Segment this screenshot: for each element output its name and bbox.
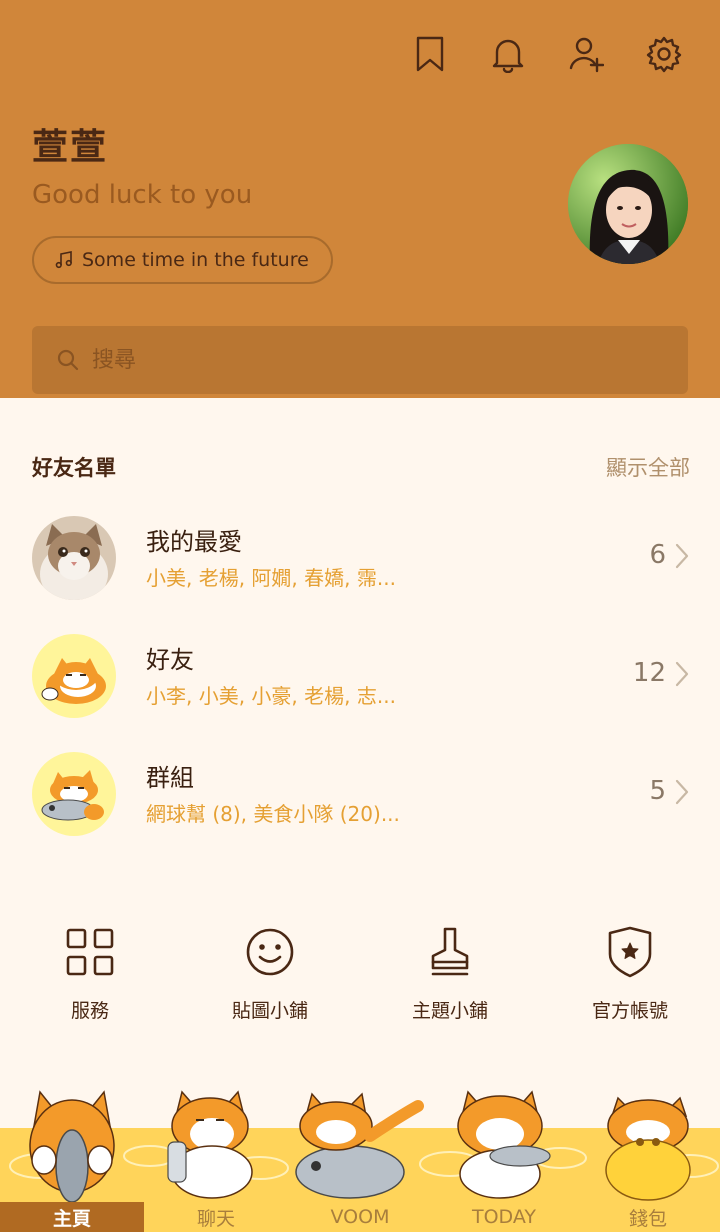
chevron-right-icon [674,660,690,688]
profile-header: 萱萱 Good luck to you Some time in the fut… [0,0,720,398]
sticker-shop-label: 貼圖小鋪 [231,1000,308,1022]
row-title: 好友 [146,646,194,674]
row-title: 群組 [146,764,194,792]
official-accounts-label: 官方帳號 [591,1000,668,1022]
row-members: 小美, 老楊, 阿嫺, 春嬌, 霈... [146,566,396,590]
friend-row-friends[interactable]: 好友 小李, 小美, 小豪, 老楊, 志... 12 [0,634,720,734]
profile-name[interactable]: 萱萱 [32,118,108,170]
sticker-shop-button[interactable]: 貼圖小鋪 [180,924,360,1023]
friend-row-favorites[interactable]: 我的最愛 小美, 老楊, 阿嫺, 春嬌, 霈... 6 [0,516,720,616]
friend-row-groups[interactable]: 群組 網球幫 (8), 美食小隊 (20)... 5 [0,752,720,852]
profile-music-button[interactable]: Some time in the future [32,236,333,284]
row-title: 我的最愛 [146,528,242,556]
service-button[interactable]: 服務 [0,924,180,1023]
friend-list-title: 好友名單 [32,456,116,480]
theme-shop-button[interactable]: 主題小鋪 [360,924,540,1023]
settings-icon[interactable] [644,32,684,76]
service-shortcuts: 服務 貼圖小鋪 主題小鋪 官方帳號 [0,924,720,1023]
row-members: 小李, 小美, 小豪, 老楊, 志... [146,684,396,708]
status-message[interactable]: Good luck to you [32,180,252,210]
nav-tab-chats[interactable]: 聊天 [144,1202,288,1232]
show-all-link[interactable]: 顯示全部 [606,452,690,482]
top-toolbar [410,32,684,76]
shield-star-icon [608,926,652,978]
row-count: 12 [632,658,666,688]
theme-shop-label: 主題小鋪 [411,1000,488,1022]
nav-tab-voom[interactable]: VOOM [288,1202,432,1232]
row-count: 5 [649,776,666,806]
brush-icon [431,927,469,976]
nav-tab-wallet[interactable]: 錢包 [576,1202,720,1232]
favorites-cat-photo [32,516,116,600]
nav-tab-home[interactable]: 主頁 [0,1202,144,1232]
grid-icon [66,928,114,976]
row-members: 網球幫 (8), 美食小隊 (20)... [146,802,400,826]
chevron-right-icon [674,778,690,806]
profile-avatar[interactable] [568,144,688,264]
bottom-nav: 主頁 聊天 VOOM TODAY 錢包 [0,1202,720,1232]
music-note-icon [55,251,72,269]
bell-icon[interactable] [488,32,528,76]
friends-cat-avatar [32,634,116,718]
smiley-icon [246,928,294,976]
search-bar[interactable] [32,326,688,394]
groups-cat-avatar [32,752,116,836]
nav-tab-today[interactable]: TODAY [432,1202,576,1232]
bookmark-icon[interactable] [410,32,450,76]
row-count: 6 [649,540,666,570]
cat-theme-artwork [9,1090,719,1203]
add-friend-icon[interactable] [566,32,606,76]
chevron-right-icon [674,542,690,570]
service-label: 服務 [70,1000,109,1022]
search-input[interactable] [92,347,652,373]
music-title: Some time in the future [82,249,309,271]
official-accounts-button[interactable]: 官方帳號 [540,924,720,1023]
search-icon [57,349,79,371]
